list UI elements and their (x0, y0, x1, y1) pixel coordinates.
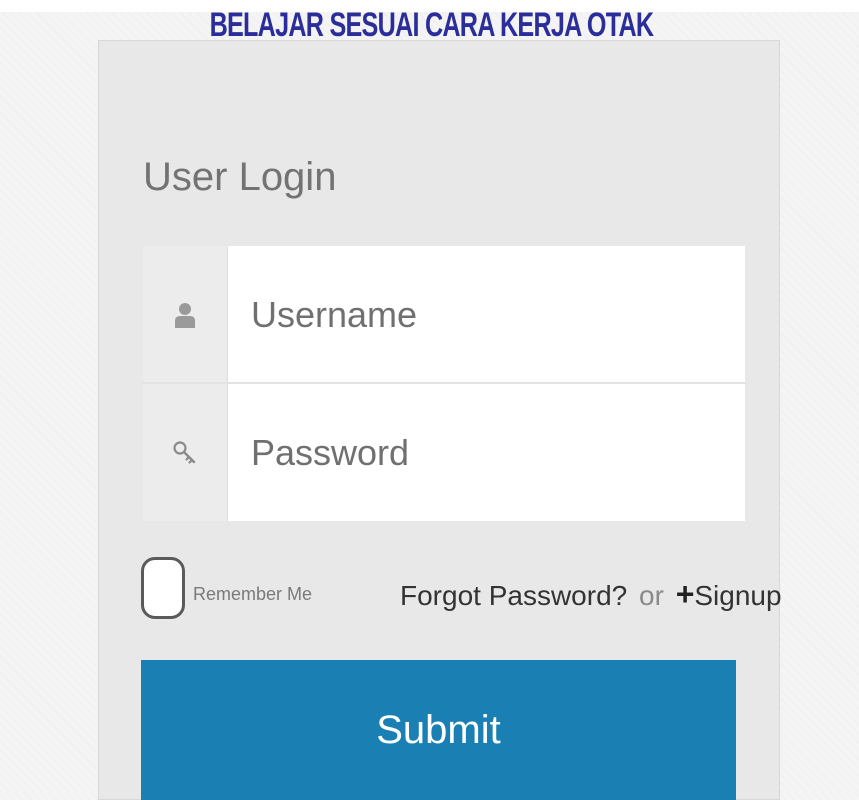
user-icon (143, 246, 228, 383)
or-separator: or (639, 580, 664, 611)
site-banner: BELAJAR SESUAI CARA KERJA OTAK (209, 6, 655, 44)
username-group (143, 246, 745, 383)
forgot-password-link[interactable]: Forgot Password? (400, 580, 627, 611)
username-field[interactable] (228, 246, 745, 383)
plus-icon: + (675, 576, 695, 612)
key-icon (143, 384, 228, 521)
key-icon-glyph (173, 440, 196, 464)
page-title: User Login (143, 155, 337, 199)
password-group (143, 384, 745, 521)
user-icon-glyph (175, 302, 195, 328)
signup-label: Signup (694, 580, 782, 611)
account-links: Forgot Password? or +Signup (400, 574, 782, 616)
submit-button[interactable]: Submit (141, 660, 736, 800)
password-field[interactable] (228, 384, 745, 521)
signup-link[interactable]: +Signup (676, 576, 782, 612)
remember-me-checkbox[interactable] (141, 557, 185, 619)
remember-me-label: Remember Me (193, 584, 313, 604)
